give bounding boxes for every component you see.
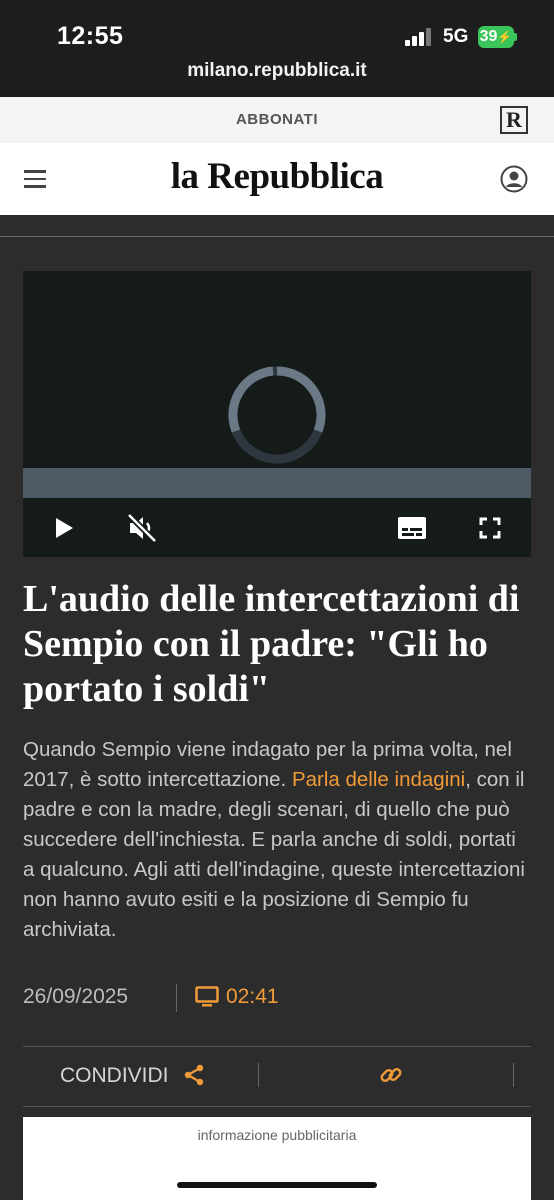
copy-link-icon[interactable] — [378, 1062, 404, 1088]
subtitles-icon[interactable] — [397, 516, 427, 540]
home-indicator[interactable] — [177, 1182, 377, 1188]
loading-spinner-icon — [228, 366, 326, 464]
article-summary: Quando Sempio viene indagato per la prim… — [23, 735, 531, 945]
share-icon[interactable] — [182, 1063, 206, 1087]
user-account-icon[interactable] — [500, 165, 528, 193]
article-headline[interactable]: L'audio delle intercettazioni di Sempio … — [23, 577, 533, 712]
video-progress-bar[interactable] — [23, 468, 531, 498]
mute-icon[interactable] — [126, 513, 158, 543]
repubblica-r-icon[interactable]: R — [500, 106, 528, 134]
fullscreen-icon[interactable] — [479, 517, 501, 539]
header-divider — [0, 236, 554, 237]
share-divider — [258, 1063, 259, 1087]
status-time: 12:55 — [57, 22, 124, 50]
subscribe-bar: ABBONATI — [0, 97, 554, 143]
site-logo[interactable]: la Repubblica — [0, 155, 554, 198]
subscribe-link[interactable]: ABBONATI — [0, 111, 554, 128]
battery-level: 39 — [479, 28, 498, 45]
video-controls — [23, 498, 531, 557]
share-bar-bottom-border — [23, 1106, 531, 1107]
video-duration-icon — [195, 986, 219, 1007]
url-bar[interactable]: milano.repubblica.it — [0, 60, 554, 82]
share-button[interactable]: CONDIVIDI — [60, 1064, 169, 1088]
summary-text-2: , con il padre e con la madre, degli sce… — [23, 768, 525, 941]
battery-tip — [514, 33, 517, 41]
share-divider-right — [513, 1063, 514, 1087]
ad-label: informazione pubblicitaria — [197, 1127, 357, 1143]
video-duration: 02:41 — [226, 985, 279, 1008]
share-bar-top-border — [23, 1046, 531, 1047]
signal-icon — [405, 28, 433, 46]
network-type: 5G — [443, 26, 469, 47]
summary-link[interactable]: Parla delle indagini — [292, 768, 465, 791]
status-bar: 12:55 5G 39 ⚡ milano.repubblica.it — [0, 0, 554, 97]
article-date: 26/09/2025 — [23, 985, 129, 1008]
play-icon[interactable] — [53, 516, 75, 540]
battery-icon: 39 ⚡ — [478, 26, 514, 48]
meta-divider — [176, 984, 177, 1012]
video-player[interactable] — [23, 271, 531, 557]
